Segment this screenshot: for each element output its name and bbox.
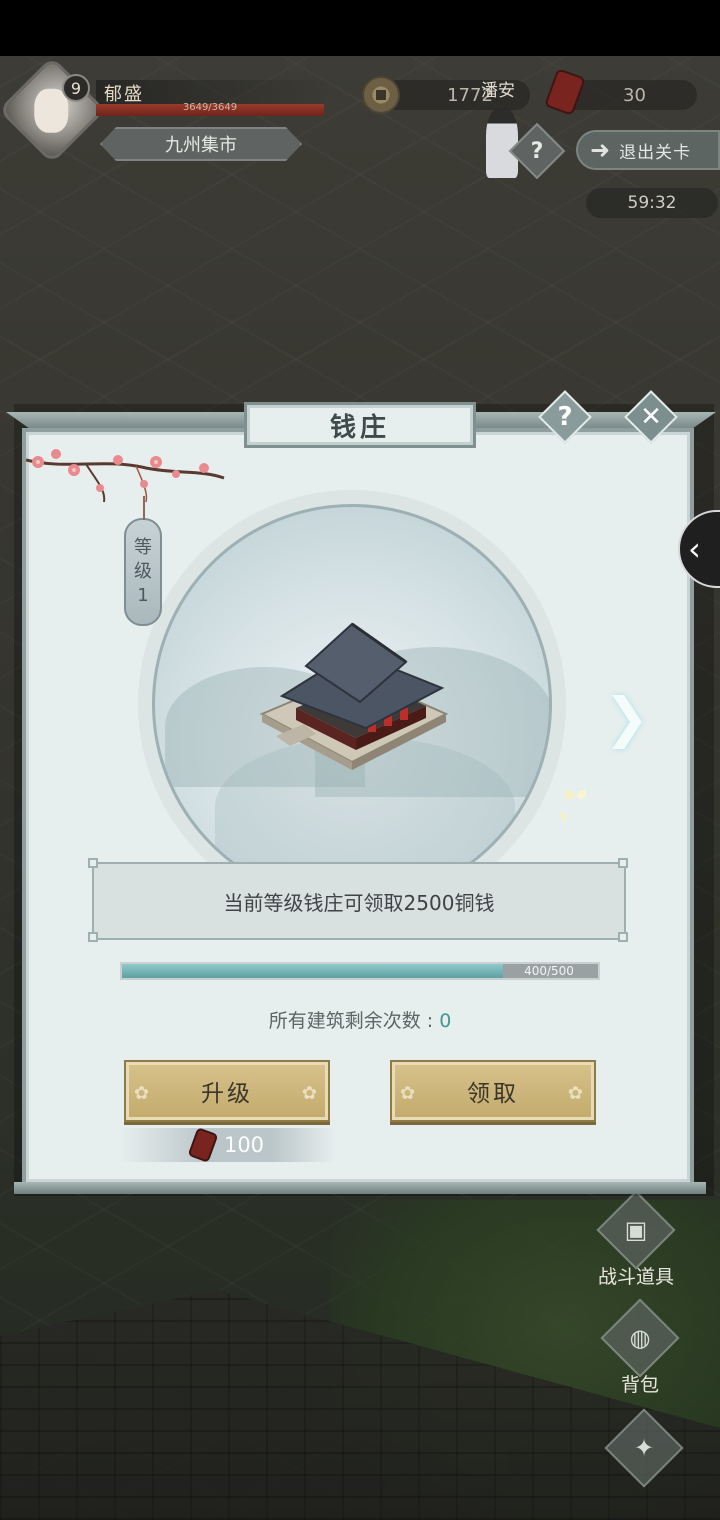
status-bar: [0, 0, 720, 56]
building-description-box: 当前等级钱庄可领取2500铜钱: [92, 862, 626, 940]
skill-button[interactable]: ✦: [604, 1408, 684, 1488]
token-amount: 30: [623, 84, 646, 106]
stage-timer: 59:32: [586, 188, 718, 218]
question-icon: ?: [557, 402, 573, 432]
bag-icon: ◍: [600, 1298, 680, 1378]
close-icon: ✕: [640, 402, 662, 432]
bag-button[interactable]: ◍ 背包: [600, 1298, 680, 1397]
butterfly-decoration: [560, 789, 587, 822]
question-icon: ?: [530, 138, 544, 164]
plum-blossom-decoration: [26, 449, 225, 503]
progress-fill: [122, 964, 503, 978]
player-level-badge: 9: [62, 74, 90, 102]
flower-ornament-icon: ✿: [301, 1083, 320, 1104]
hp-text: 3649/3649: [182, 102, 238, 113]
npc-name-label: 潘安: [481, 81, 515, 101]
flower-ornament-icon: ✿: [567, 1083, 586, 1104]
remaining-label: 所有建筑剩余次数 :: [268, 1010, 440, 1032]
bank-building-image: [259, 622, 449, 770]
shuriken-icon: ✦: [604, 1408, 684, 1488]
flower-ornament-icon: ✿: [400, 1083, 419, 1104]
copper-coin-icon: [362, 76, 400, 114]
npc-sprite[interactable]: [486, 108, 518, 178]
order-token-icon: [187, 1127, 219, 1163]
next-building-arrow[interactable]: ❯: [604, 688, 649, 748]
upgrade-label: 升级: [201, 1081, 253, 1107]
upgrade-cost: 100: [120, 1127, 336, 1163]
dialog-title: 钱庄: [244, 402, 476, 448]
progress-text: 400/500: [524, 964, 574, 978]
arrow-right-icon: ➜: [590, 136, 612, 164]
remaining-count: 0: [439, 1010, 452, 1032]
level-tag-char-1: 等: [134, 537, 152, 558]
upgrade-cost-amount: 100: [223, 1133, 265, 1157]
exit-stage-button[interactable]: ➜ 退出关卡: [576, 130, 720, 170]
claim-label: 领取: [467, 1081, 519, 1107]
flower-ornament-icon: ✿: [134, 1083, 153, 1104]
building-description: 当前等级钱庄可领取2500铜钱: [223, 890, 495, 915]
chevron-left-icon: ‹: [688, 530, 701, 568]
battle-items-button[interactable]: ▣ 战斗道具: [596, 1190, 676, 1289]
level-tag-char-2: 级: [134, 561, 152, 582]
modal-bottom-frame: [14, 1182, 706, 1194]
chest-icon: ▣: [596, 1190, 676, 1270]
level-tag-level: 1: [137, 585, 149, 606]
claim-button[interactable]: ✿ 领取 ✿: [390, 1060, 596, 1122]
building-level-tag: 等 级 1: [124, 496, 162, 626]
location-label: 九州集市: [100, 127, 302, 161]
upgrade-button[interactable]: ✿ 升级 ✿: [124, 1060, 330, 1122]
remaining-uses: 所有建筑剩余次数 : 0: [0, 1006, 720, 1033]
exit-stage-label: 退出关卡: [619, 142, 692, 163]
